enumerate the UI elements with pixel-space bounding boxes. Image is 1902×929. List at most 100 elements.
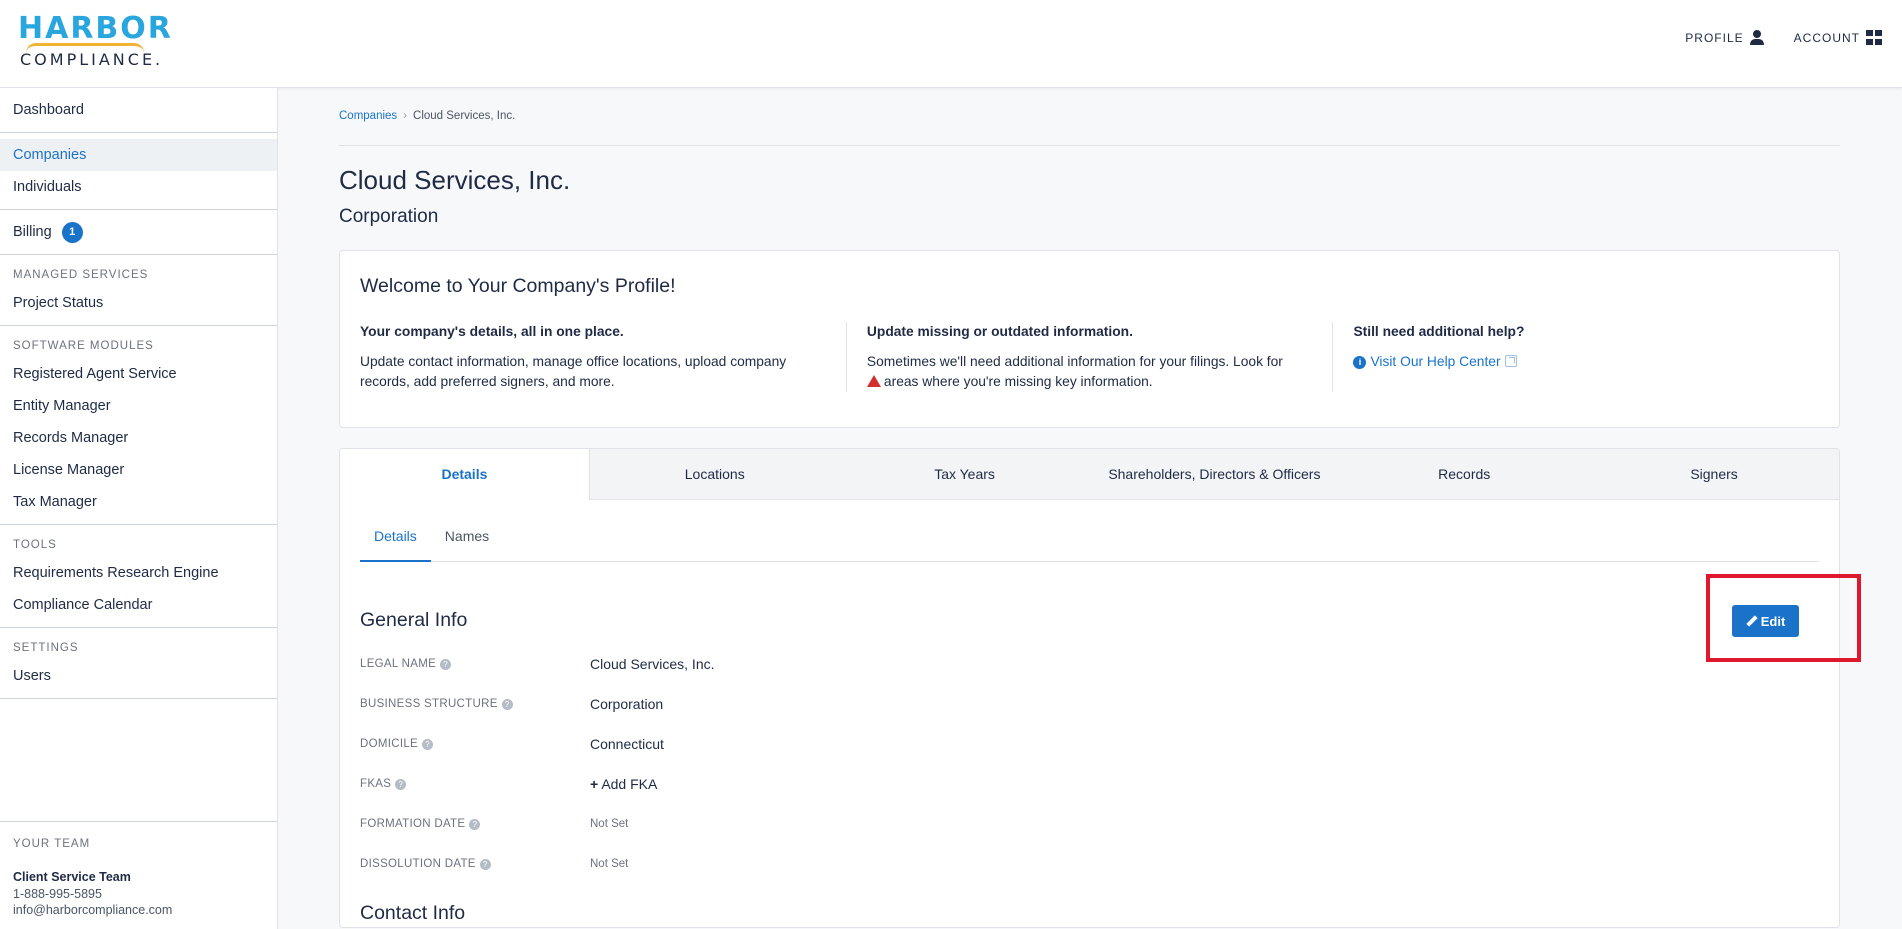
- field-label: LEGAL NAME?: [360, 658, 590, 670]
- grid-icon: [1866, 30, 1882, 45]
- field-row-legal-name: LEGAL NAME? Cloud Services, Inc.: [360, 644, 1819, 684]
- main-content: Companies › Cloud Services, Inc. Cloud Ser…: [339, 88, 1840, 928]
- welcome-col3-heading: Still need additional help?: [1353, 324, 1525, 339]
- welcome-col1-heading: Your company's details, all in one place…: [360, 324, 624, 339]
- sidebar-heading-settings: SETTINGS: [13, 642, 79, 654]
- add-fka-link[interactable]: + Add FKA: [590, 776, 657, 792]
- welcome-col1-body: Update contact information, manage offic…: [360, 354, 787, 389]
- sidebar-group-tools: TOOLS Requirements Research Engine Compl…: [0, 525, 277, 628]
- field-label: FORMATION DATE?: [360, 818, 590, 830]
- field-value-dissolution-date: Not Set: [590, 858, 629, 870]
- field-label: FKAS?: [360, 778, 590, 790]
- field-value-domicile: Connecticut: [590, 736, 664, 752]
- sidebar-item-billing-label: Billing: [13, 224, 52, 240]
- tab-tax-years[interactable]: Tax Years: [840, 449, 1090, 499]
- sidebar: Dashboard Companies Individuals Billing …: [0, 88, 278, 929]
- field-label: DOMICILE?: [360, 738, 590, 750]
- top-header: HARBOR COMPLIANCE. PROFILE ACCOUNT: [0, 0, 1902, 88]
- subtab-names[interactable]: Names: [431, 524, 503, 561]
- sidebar-item-companies[interactable]: Companies: [0, 139, 277, 171]
- sidebar-group-billing: Billing 1: [0, 210, 277, 255]
- your-team-panel: YOUR TEAM Client Service Team 1-888-995-…: [0, 821, 277, 929]
- tab-locations[interactable]: Locations: [590, 449, 840, 499]
- help-icon[interactable]: ?: [501, 699, 513, 710]
- team-name: Client Service Team: [13, 870, 131, 884]
- sidebar-group-dashboard: Dashboard: [0, 88, 277, 133]
- welcome-column-missing-info: Update missing or outdated information. …: [845, 322, 1333, 392]
- welcome-column-help: Still need additional help? i Visit Our H…: [1332, 322, 1819, 392]
- breadcrumb-companies-link[interactable]: Companies: [339, 110, 397, 122]
- subtab-details[interactable]: Details: [360, 524, 431, 562]
- info-icon: i: [1353, 356, 1367, 369]
- welcome-col2-body-b: areas where you're missing key informati…: [883, 374, 1153, 389]
- field-value-business-structure: Corporation: [590, 696, 664, 712]
- billing-count-badge: 1: [61, 221, 83, 243]
- account-menu[interactable]: ACCOUNT: [1794, 30, 1882, 45]
- welcome-title: Welcome to Your Company's Profile!: [360, 275, 676, 297]
- welcome-column-details: Your company's details, all in one place…: [360, 322, 846, 392]
- sidebar-item-users[interactable]: Users: [0, 660, 277, 692]
- field-row-domicile: DOMICILE? Connecticut: [360, 724, 1819, 764]
- sidebar-group-settings: SETTINGS Users: [0, 628, 277, 699]
- page-title: Cloud Services, Inc.: [339, 165, 571, 195]
- general-info-fields: LEGAL NAME? Cloud Services, Inc. BUSINES…: [360, 644, 1819, 884]
- help-icon[interactable]: ?: [479, 859, 491, 870]
- sidebar-item-research-engine[interactable]: Requirements Research Engine: [0, 557, 277, 589]
- contact-info-title: Contact Info: [360, 902, 466, 924]
- account-label: ACCOUNT: [1793, 30, 1860, 45]
- team-email[interactable]: info@harborcompliance.com: [13, 902, 264, 918]
- general-info-title: General Info: [360, 609, 468, 631]
- field-value-formation-date: Not Set: [590, 818, 629, 830]
- welcome-columns: Your company's details, all in one place…: [360, 322, 1819, 392]
- user-icon: [1749, 30, 1764, 45]
- field-value-legal-name: Cloud Services, Inc.: [590, 656, 715, 672]
- sidebar-item-individuals[interactable]: Individuals: [0, 171, 277, 203]
- plus-icon: +: [590, 776, 599, 792]
- welcome-col2-heading: Update missing or outdated information.: [866, 324, 1133, 339]
- field-row-business-structure: BUSINESS STRUCTURE? Corporation: [360, 684, 1819, 724]
- page-subtitle: Corporation: [339, 206, 439, 227]
- breadcrumb-current: Cloud Services, Inc.: [413, 110, 516, 122]
- sidebar-item-billing[interactable]: Billing 1: [0, 216, 277, 248]
- profile-label: PROFILE: [1685, 30, 1744, 45]
- sidebar-item-registered-agent[interactable]: Registered Agent Service: [0, 358, 277, 390]
- detail-subtabs: Details Names: [360, 524, 1819, 562]
- help-center-link[interactable]: i Visit Our Help Center: [1353, 352, 1799, 372]
- sidebar-item-entity-manager[interactable]: Entity Manager: [0, 390, 277, 422]
- tab-records[interactable]: Records: [1339, 449, 1589, 499]
- general-info-section: General Info Edit LEGAL NAME? Cloud Serv…: [360, 562, 1819, 925]
- welcome-col2-body-a: Sometimes we'll need additional informat…: [866, 354, 1283, 369]
- sidebar-group-managed-services: MANAGED SERVICES Project Status: [0, 255, 277, 326]
- sidebar-item-tax-manager[interactable]: Tax Manager: [0, 486, 277, 518]
- sidebar-item-project-status[interactable]: Project Status: [0, 287, 277, 319]
- harbor-compliance-logo[interactable]: HARBOR COMPLIANCE.: [16, 14, 176, 74]
- sidebar-item-compliance-calendar[interactable]: Compliance Calendar: [0, 589, 277, 621]
- help-icon[interactable]: ?: [395, 779, 407, 790]
- help-icon[interactable]: ?: [422, 739, 433, 750]
- help-center-link-label: Visit Our Help Center: [1370, 354, 1501, 369]
- field-row-fkas: FKAS? + Add FKA: [360, 764, 1819, 804]
- tab-signers[interactable]: Signers: [1589, 449, 1839, 499]
- sidebar-heading-tools: TOOLS: [13, 539, 57, 551]
- sidebar-group-software-modules: SOFTWARE MODULES Registered Agent Servic…: [0, 326, 277, 525]
- warning-icon: [866, 375, 881, 387]
- profile-tabs: Details Locations Tax Years Shareholders…: [340, 449, 1839, 500]
- breadcrumb: Companies › Cloud Services, Inc.: [339, 88, 1840, 146]
- field-row-dissolution-date: DISSOLUTION DATE? Not Set: [360, 844, 1819, 884]
- field-label: DISSOLUTION DATE?: [360, 858, 590, 870]
- sidebar-item-license-manager[interactable]: License Manager: [0, 454, 277, 486]
- sidebar-item-dashboard[interactable]: Dashboard: [0, 94, 277, 126]
- help-icon[interactable]: ?: [440, 659, 452, 670]
- field-row-formation-date: FORMATION DATE? Not Set: [360, 804, 1819, 844]
- profile-menu[interactable]: PROFILE: [1685, 30, 1764, 45]
- tab-shareholders[interactable]: Shareholders, Directors & Officers: [1089, 449, 1339, 499]
- team-heading: YOUR TEAM: [13, 838, 91, 850]
- tab-details[interactable]: Details: [340, 449, 590, 500]
- breadcrumb-separator: ›: [403, 110, 408, 122]
- logo-line1: HARBOR: [18, 11, 173, 46]
- sidebar-item-records-manager[interactable]: Records Manager: [0, 422, 277, 454]
- welcome-col2-body: Sometimes we'll need additional informat…: [866, 352, 1313, 392]
- top-nav: PROFILE ACCOUNT: [1685, 30, 1882, 45]
- external-link-icon: [1504, 355, 1517, 367]
- help-icon[interactable]: ?: [469, 819, 481, 830]
